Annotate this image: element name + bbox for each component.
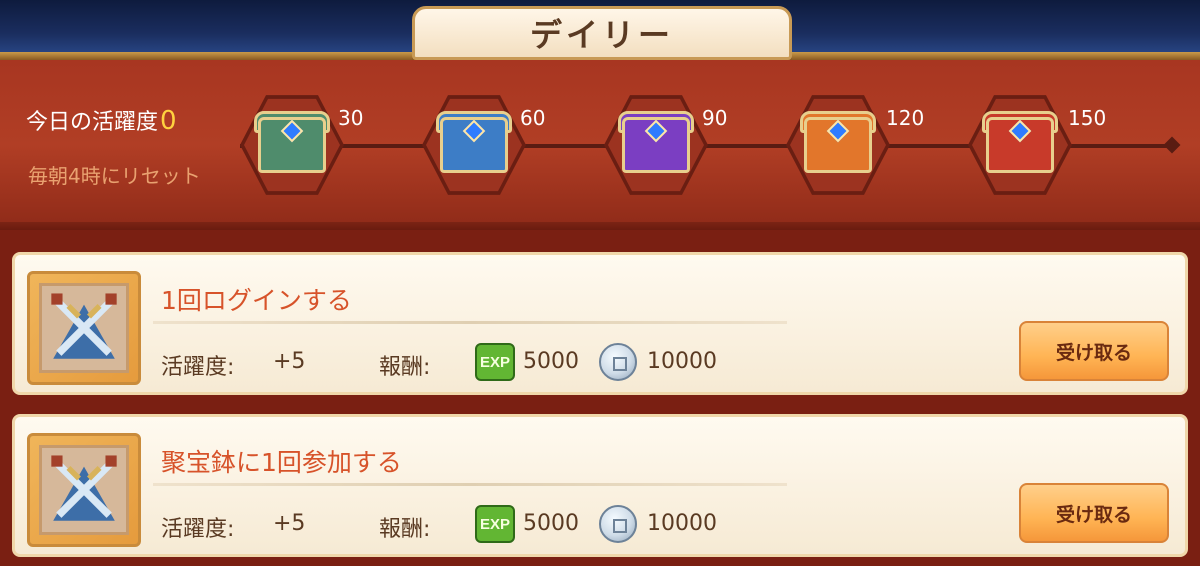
divider: [153, 321, 787, 324]
task-card: 聚宝鉢に1回参加する 活躍度: +5 報酬: EXP 5000 10000 受け…: [12, 414, 1188, 557]
activity-value: +5: [273, 349, 306, 374]
today-activity: 今日の活躍度0: [26, 104, 177, 136]
activity-panel: 今日の活躍度0 毎朝4時にリセット 30 60 90 120 150: [0, 60, 1200, 230]
activity-label: 活躍度:: [161, 517, 235, 542]
reward-chest-90[interactable]: [604, 93, 708, 197]
reward-label: 報酬:: [379, 517, 431, 542]
exp-icon: EXP: [475, 343, 515, 381]
reward-chest-30[interactable]: [240, 93, 344, 197]
page-title-plate: デイリー: [412, 6, 792, 60]
page-title: デイリー: [529, 16, 674, 54]
exp-icon: EXP: [475, 505, 515, 543]
task-card: 1回ログインする 活躍度: +5 報酬: EXP 5000 10000 受け取る: [12, 252, 1188, 395]
task-title: 1回ログインする: [161, 286, 352, 315]
activity-label: 活躍度:: [161, 355, 235, 380]
coin-reward-value: 10000: [647, 349, 717, 374]
task-title: 聚宝鉢に1回参加する: [161, 448, 402, 477]
claim-button[interactable]: 受け取る: [1019, 321, 1169, 381]
reset-notice: 毎朝4時にリセット: [28, 164, 201, 188]
claim-button[interactable]: 受け取る: [1019, 483, 1169, 543]
crossed-swords-icon: [51, 293, 117, 359]
reward-chest-60[interactable]: [422, 93, 526, 197]
coin-reward-value: 10000: [647, 511, 717, 536]
reward-chest-120[interactable]: [786, 93, 890, 197]
task-icon-frame: [27, 271, 141, 385]
exp-reward-value: 5000: [523, 349, 579, 374]
crossed-swords-icon: [51, 455, 117, 521]
chest-value-90: 90: [702, 106, 728, 130]
chest-value-120: 120: [886, 106, 925, 130]
chest-value-150: 150: [1068, 106, 1107, 130]
silver-coin-icon: [599, 343, 637, 381]
reward-chest-150[interactable]: [968, 93, 1072, 197]
progress-track-end: [1163, 136, 1181, 154]
chest-value-60: 60: [520, 106, 546, 130]
exp-reward-value: 5000: [523, 511, 579, 536]
reward-label: 報酬:: [379, 355, 431, 380]
today-activity-label: 今日の活躍度: [26, 110, 159, 135]
activity-value: +5: [273, 511, 306, 536]
today-activity-value: 0: [160, 106, 177, 136]
divider: [153, 483, 787, 486]
chest-value-30: 30: [338, 106, 364, 130]
silver-coin-icon: [599, 505, 637, 543]
task-icon-frame: [27, 433, 141, 547]
